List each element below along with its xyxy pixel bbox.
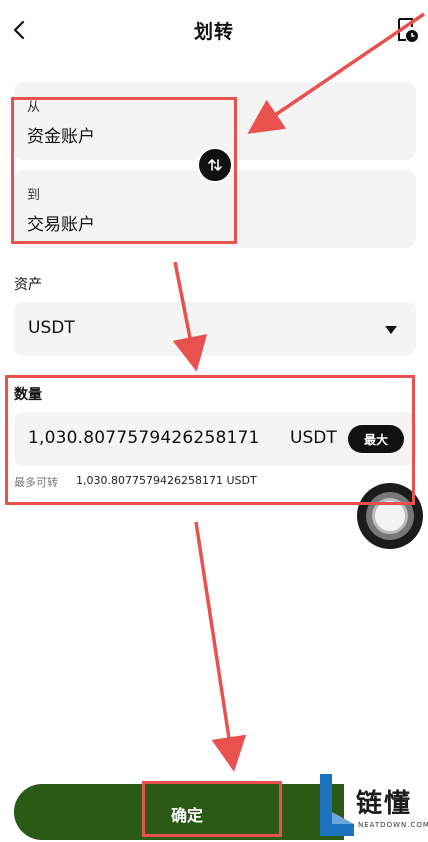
transfer-page: 划转 从 资金账户 到 交易账户 资产 USDT 数量 1,030.807757… (0, 0, 428, 842)
annotation-arrows (172, 12, 425, 772)
arrow-to-amount (172, 261, 208, 372)
arrow-to-accounts (247, 12, 425, 134)
arrow-to-confirm (194, 521, 247, 772)
